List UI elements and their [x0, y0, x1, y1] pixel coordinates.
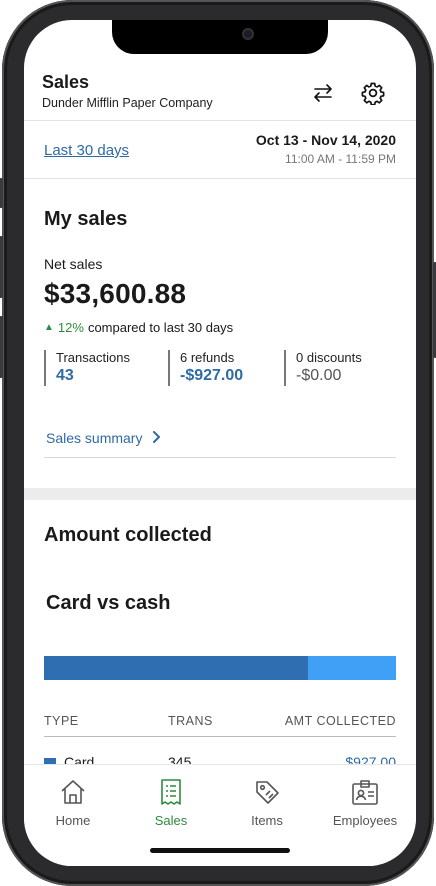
stat-label: 0 discounts	[296, 350, 362, 365]
change-percent: 12%	[57, 320, 84, 335]
up-triangle-icon: ▲	[44, 322, 54, 333]
section-separator	[24, 488, 416, 500]
nav-item-home[interactable]: Home	[28, 777, 118, 828]
nav-item-sales[interactable]: Sales	[126, 777, 216, 828]
stat-value: -$0.00	[296, 367, 342, 384]
net-sales-label: Net sales	[44, 256, 103, 272]
stat-label: 6 refunds	[180, 350, 235, 365]
summary-divider	[44, 457, 396, 458]
id-badge-icon	[320, 777, 410, 807]
camera	[242, 28, 254, 40]
stat-label: Transactions	[56, 350, 130, 365]
notch	[112, 20, 328, 54]
sales-summary-label: Sales summary	[46, 430, 143, 446]
my-sales-heading: My sales	[44, 208, 128, 230]
card-vs-cash-heading: Card vs cash	[46, 592, 171, 614]
nav-item-items[interactable]: Items	[222, 777, 312, 828]
col-header-amount: AMT COLLECTED	[284, 714, 396, 728]
card-segment	[44, 656, 308, 680]
date-range-dates: Oct 13 - Nov 14, 2020	[255, 132, 396, 148]
nav-item-employees[interactable]: Employees	[320, 777, 410, 828]
chevron-right-icon	[152, 430, 161, 446]
net-sales-value: $33,600.88	[44, 278, 187, 309]
home-indicator	[150, 848, 290, 853]
amount-collected-heading: Amount collected	[44, 524, 212, 546]
sales-comparison: ▲ 12% compared to last 30 days	[44, 320, 233, 335]
date-range-link[interactable]: Last 30 days	[44, 142, 129, 159]
gear-icon[interactable]	[360, 80, 386, 106]
receipt-icon	[126, 777, 216, 807]
nav-label: Home	[55, 813, 91, 828]
cash-segment	[308, 656, 396, 680]
volume-down-button	[0, 316, 3, 378]
nav-label: Sales	[154, 813, 188, 828]
screen: Sales Dunder Mifflin Paper Company Last …	[24, 20, 416, 866]
mute-switch	[0, 178, 3, 208]
swap-arrows-icon[interactable]	[310, 80, 336, 106]
sales-summary-link[interactable]: Sales summary	[46, 430, 161, 446]
col-header-trans: TRANS	[168, 714, 213, 728]
stat-value: 43	[56, 367, 74, 384]
sales-stats: Transactions 43 6 refunds -$927.00 0 dis…	[44, 350, 396, 390]
stat-transactions[interactable]: Transactions 43	[44, 350, 130, 386]
app-header: Sales Dunder Mifflin Paper Company	[24, 68, 416, 124]
stat-refunds[interactable]: 6 refunds -$927.00	[168, 350, 243, 386]
change-text: compared to last 30 days	[87, 320, 234, 335]
date-range-times: 11:00 AM - 11:59 PM	[285, 152, 396, 166]
range-divider	[24, 178, 416, 179]
home-icon	[28, 777, 118, 807]
table-header-rule	[44, 736, 396, 737]
stat-discounts[interactable]: 0 discounts -$0.00	[284, 350, 362, 386]
card-cash-bar	[44, 656, 396, 680]
nav-label: Items	[251, 813, 283, 828]
col-header-type: TYPE	[44, 714, 79, 728]
phone-frame: Sales Dunder Mifflin Paper Company Last …	[0, 0, 436, 886]
tag-icon	[222, 777, 312, 807]
nav-label: Employees	[332, 813, 398, 828]
header-divider	[24, 120, 416, 121]
company-name: Dunder Mifflin Paper Company	[42, 96, 213, 110]
volume-up-button	[0, 236, 3, 298]
page-title: Sales	[42, 72, 90, 92]
stat-value: -$927.00	[180, 367, 244, 384]
